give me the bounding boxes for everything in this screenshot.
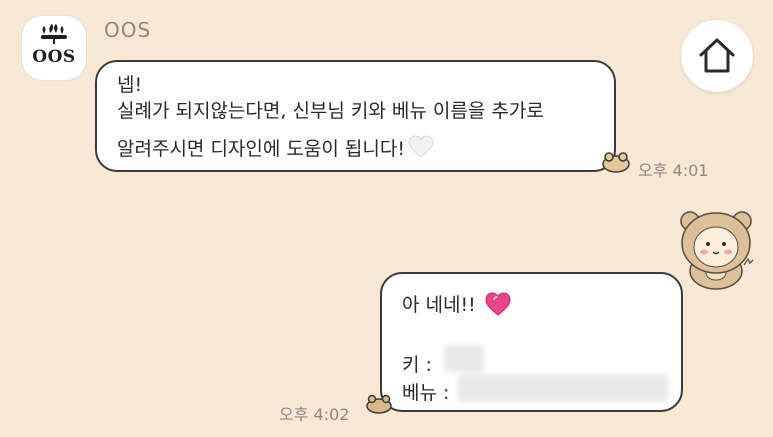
outgoing-message-bubble[interactable]: 아 네네!! 키 : 베뉴 :	[380, 272, 683, 412]
incoming-message-line-3: 알려주시면 디자인에 도움이 됩니다!	[117, 134, 434, 161]
incoming-message-bubble[interactable]: 넵! 실례가 되지않는다면, 신부님 키와 베뉴 이름을 추가로 알려주시면 디…	[95, 60, 616, 172]
home-button[interactable]	[681, 20, 753, 92]
outgoing-message-line-2: 키 :	[402, 350, 432, 377]
venue-label: 베뉴 :	[402, 382, 450, 404]
sender-name: OOS	[104, 18, 152, 42]
incoming-message-line-3-text: 알려주시면 디자인에 도움이 됩니다!	[117, 138, 405, 160]
incoming-message-line-2: 실례가 되지않는다면, 신부님 키와 베뉴 이름을 추가로	[117, 100, 544, 122]
redacted-height-value	[444, 346, 484, 372]
outgoing-message-time: 오후 4:02	[279, 405, 350, 424]
bubble-tail-paw-icon	[366, 394, 392, 414]
sender-avatar[interactable]: OOS	[22, 16, 86, 80]
home-icon	[699, 38, 735, 73]
incoming-message-line-1: 넵!	[117, 74, 143, 96]
bubble-tail-paw-icon	[602, 152, 630, 173]
outgoing-message-line-1: 아 네네!!	[402, 290, 512, 317]
bear-sticker-icon	[680, 211, 754, 290]
avatar-logo-text: OOS	[32, 47, 76, 67]
pink-sparkling-heart-icon	[485, 292, 511, 316]
outgoing-message-line-3: 베뉴 :	[402, 378, 449, 405]
height-label: 키 :	[402, 354, 432, 376]
outgoing-message-line-1-text: 아 네네!!	[402, 294, 476, 316]
incoming-message-time: 오후 4:01	[638, 161, 709, 180]
white-heart-icon	[408, 135, 434, 158]
redacted-venue-value	[458, 374, 668, 402]
